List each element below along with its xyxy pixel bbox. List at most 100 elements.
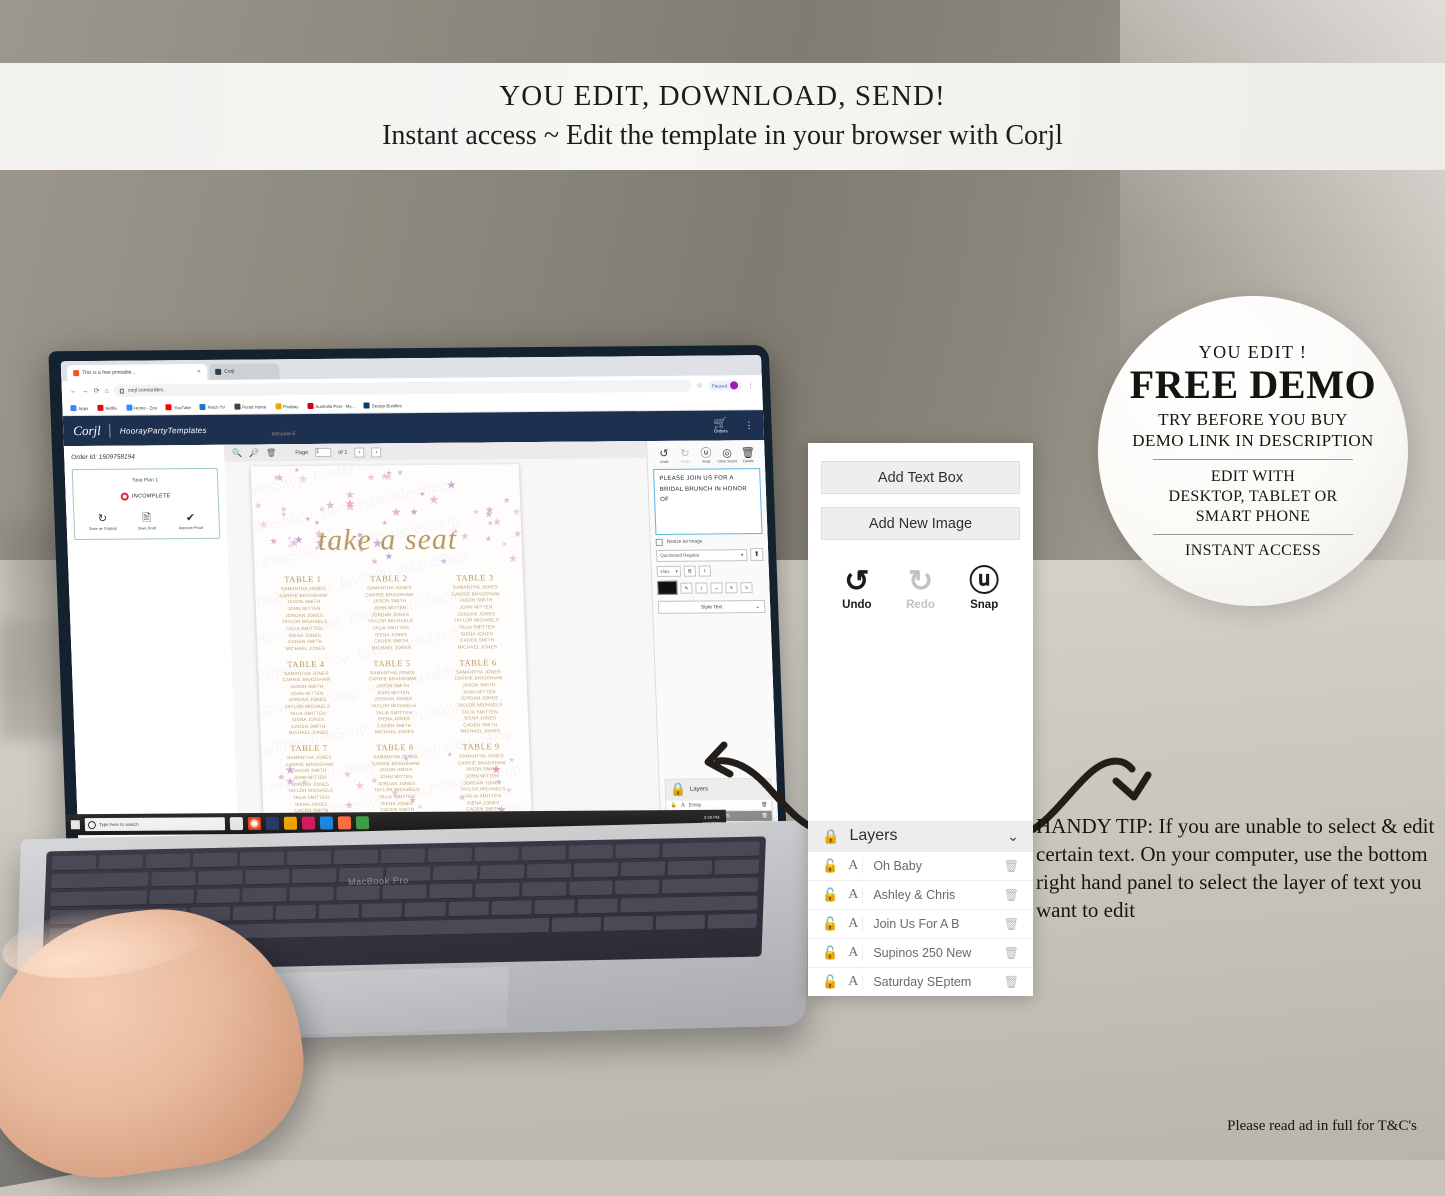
snap-button[interactable]: ⓤ Snap — [695, 447, 717, 464]
prev-page-button[interactable]: ‹ — [354, 447, 365, 458]
delete-layer-icon[interactable]: 🗑 — [1004, 917, 1019, 931]
font-upload-button[interactable]: ⬆ — [750, 548, 764, 562]
browser-tab-corjl[interactable]: Corjl — [208, 363, 280, 380]
address-bar[interactable]: corjl.com/orders — [113, 379, 692, 397]
taskbar-icon-explorer[interactable] — [229, 817, 244, 831]
style-text-accordion[interactable]: Style Text ⌄ — [657, 599, 766, 614]
taskbar-icon-app6[interactable] — [319, 816, 334, 830]
bookmark-item[interactable]: YouTube — [165, 404, 191, 411]
add-new-image-button[interactable]: Add New Image — [821, 507, 1020, 540]
save-draft-button[interactable]: 🗎 Save Draft — [131, 512, 162, 531]
curve-text-icon[interactable]: ∿ — [740, 581, 753, 593]
artboard[interactable]: InvitePrintablesShop InvitePrintablesSho… — [250, 464, 533, 837]
delete-layer-icon[interactable]: 🗑 — [1004, 946, 1019, 960]
profile-label: Paused — [711, 382, 728, 389]
bookmark-item[interactable]: Apps — [70, 405, 88, 412]
seating-table-block[interactable]: TABLE 3 SAMANTHA JONES CARRIE BRADSHAW JASO… — [433, 572, 520, 651]
layer-row[interactable]: 🔓 A Ashley & Chris 🗑 — [808, 880, 1033, 909]
delete-layer-icon[interactable]: 🗑 — [1004, 859, 1019, 873]
undo-button[interactable]: ↺ Undo — [837, 567, 877, 612]
unlock-icon[interactable]: 🔓 — [670, 803, 676, 809]
taskbar-icon-app5[interactable] — [301, 816, 316, 830]
bookmark-item[interactable]: Netflix — [97, 404, 117, 411]
bookmark-favicon — [307, 403, 314, 410]
font-size-select[interactable]: 14px ▾ — [656, 565, 682, 577]
zoom-out-icon[interactable]: 🔎 — [249, 448, 259, 457]
taskbar-icon-app7[interactable] — [337, 816, 352, 830]
lock-icon: 🔒 — [822, 827, 840, 844]
seating-table-block[interactable]: TABLE 6 SAMANTHA JONES CARRIE BRADSHAW JASO… — [436, 657, 523, 736]
bookmark-item[interactable]: Pixabay — [274, 403, 299, 410]
letter-spacing-icon[interactable]: ↔ — [710, 581, 723, 593]
kebab-menu-icon[interactable]: ⋮ — [747, 381, 754, 389]
chevron-down-icon[interactable]: ⌄ — [1007, 828, 1019, 845]
seating-table-block[interactable]: TABLE 9 SAMANTHA JONES CARRIE BRADSHAW JASO… — [439, 741, 526, 820]
align-icon[interactable]: ≡ — [725, 581, 738, 593]
unlock-icon[interactable]: 🔓 — [822, 887, 838, 903]
reload-icon[interactable]: ⟳ — [94, 387, 100, 395]
taskbar-icon-app3[interactable] — [265, 816, 280, 830]
magnet-snap-button[interactable]: ⓤ Snap — [964, 567, 1004, 612]
app-menu-icon[interactable]: ⋮ — [744, 420, 753, 431]
close-icon[interactable]: ✕ — [197, 369, 201, 375]
tool-label: Clear Scene — [717, 459, 738, 464]
bookmark-item[interactable]: Portal Home — [234, 403, 266, 410]
color-swatch[interactable] — [657, 580, 678, 595]
orders-button[interactable]: 🛒 Orders — [713, 417, 727, 433]
taskbar-icon-chrome[interactable] — [247, 816, 262, 831]
star-bookmark-icon[interactable]: ☆ — [696, 382, 703, 390]
layer-row[interactable]: 🔓 A Oh Baby 🗑 — [808, 851, 1033, 880]
bookmark-item[interactable]: Australia Post - My... — [307, 403, 355, 410]
unlock-icon[interactable]: 🔓 — [822, 916, 838, 932]
forward-icon[interactable]: → — [82, 387, 89, 394]
windows-start-icon[interactable] — [70, 820, 81, 830]
taskbar-icon-app4[interactable] — [283, 816, 298, 830]
unlock-icon[interactable]: 🔓 — [822, 974, 838, 990]
unlock-icon[interactable]: 🔓 — [822, 858, 838, 874]
seating-table-block[interactable]: TABLE 8 SAMANTHA JONES CARRIE BRADSHAW JASO… — [353, 742, 440, 821]
layer-row[interactable]: 🔓 A Saturday SEptem 🗑 — [808, 967, 1033, 996]
taskbar-search[interactable]: Type here to search — [84, 817, 226, 832]
next-page-button[interactable]: › — [371, 446, 382, 457]
seating-table-block[interactable]: TABLE 5 SAMANTHA JONES CARRIE BRADSHAW JASO… — [350, 657, 437, 736]
delete-button[interactable]: 🗑 Delete — [737, 447, 759, 463]
layer-row[interactable]: 🔓 A Join Us For A B 🗑 — [808, 909, 1033, 938]
taskbar-icon-app8[interactable] — [355, 816, 370, 830]
bookmark-item[interactable]: Fetch TV — [199, 403, 226, 410]
italic-button[interactable]: I — [698, 565, 712, 577]
resize-as-image-option[interactable]: Resize as Image — [655, 538, 763, 546]
zoom-in-icon[interactable]: 🔍 — [232, 449, 242, 458]
tool-label: Redo — [680, 459, 690, 464]
seating-table-block[interactable]: TABLE 7 SAMANTHA JONES CARRIE BRADSHAW JASO… — [267, 743, 354, 822]
add-text-box-button[interactable]: Add Text Box — [821, 461, 1020, 494]
seating-table-block[interactable]: TABLE 1 SAMANTHA JONES CARRIE BRADSHAW JASO… — [261, 574, 348, 653]
profile-chip[interactable]: Paused — [707, 380, 743, 391]
seating-table-block[interactable]: TABLE 4 SAMANTHA JONES CARRIE BRADSHAW JASO… — [264, 658, 351, 737]
home-icon[interactable]: ⌂ — [105, 387, 109, 394]
delete-layer-icon[interactable]: 🗑 — [1004, 975, 1019, 989]
approve-button[interactable]: ✔ Approve Proof — [175, 512, 206, 531]
layers-header[interactable]: 🔒 Layers ⌄ — [808, 821, 1033, 851]
delete-layer-icon[interactable]: 🗑 — [1004, 888, 1019, 902]
save-original-button[interactable]: ↻ Save as Original — [87, 513, 118, 532]
eyedropper-icon[interactable]: ✎ — [680, 582, 693, 594]
seating-table-block[interactable]: TABLE 2 SAMANTHA JONES CARRIE BRADSHAW JASO… — [347, 573, 434, 652]
layer-row[interactable]: 🔓 A Supinos 250 New 🗑 — [808, 938, 1033, 967]
bookmark-item[interactable]: Design Bundles — [363, 402, 402, 409]
text-editor-input[interactable]: PLEASE JOIN US FOR A BRIDAL BRUNCH IN HO… — [653, 468, 763, 535]
order-card[interactable]: Seat Plan 1 INCOMPLETE ↻ Save as Original… — [71, 467, 221, 541]
line-height-icon[interactable]: ↕ — [695, 582, 708, 594]
unlock-icon[interactable]: 🔓 — [822, 945, 838, 961]
page-input[interactable]: 1 — [315, 447, 332, 457]
bookmark-item[interactable]: Home - Zoo — [126, 404, 157, 411]
checkbox[interactable] — [655, 538, 663, 546]
clear-scene-button[interactable]: ◎ Clear Scene — [716, 447, 738, 463]
star-icon: ★ — [484, 504, 495, 517]
font-family-select[interactable]: Quicksand Regular ▾ — [656, 548, 748, 562]
star-icon: ★ — [439, 556, 448, 567]
browser-tab-active[interactable]: This is a free printable... ✕ — [66, 363, 208, 382]
back-icon[interactable]: ← — [70, 388, 77, 395]
trash-icon[interactable]: 🗑 — [266, 448, 276, 457]
undo-button[interactable]: ↺ Undo — [653, 448, 675, 464]
bold-button[interactable]: B — [683, 565, 697, 577]
